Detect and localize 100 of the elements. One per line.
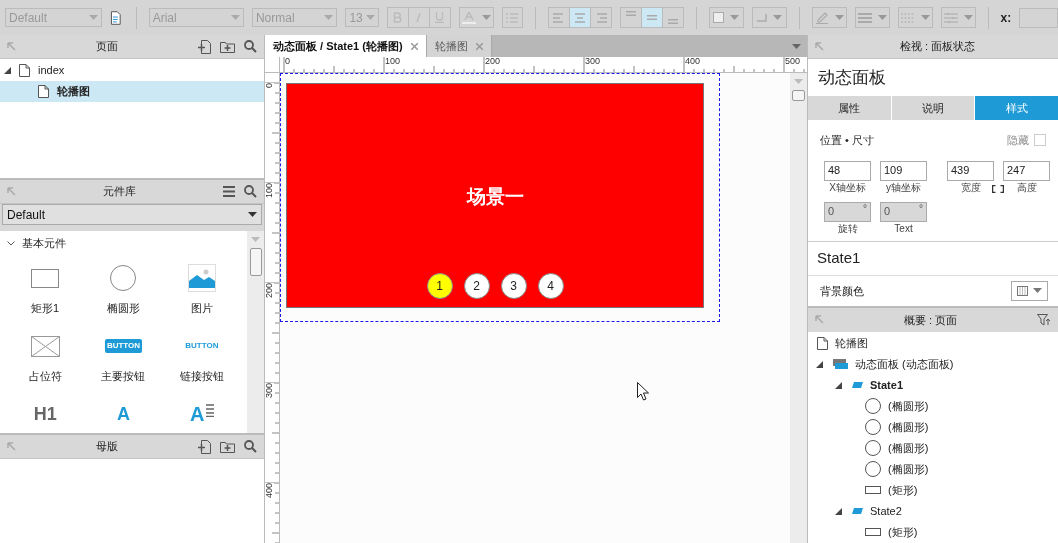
state-name: State1	[816, 247, 862, 268]
panel-title: 页面	[95, 39, 119, 55]
widget-item[interactable]: BUTTON 主要按钮	[84, 331, 163, 383]
hidden-checkbox[interactable]	[1034, 134, 1046, 147]
expand-triangle-icon[interactable]	[835, 508, 842, 515]
align-button[interactable]	[589, 7, 612, 28]
pencil-icon	[814, 11, 829, 24]
text-icon: A	[117, 405, 130, 423]
search-icon[interactable]	[244, 440, 257, 453]
widget-item[interactable]: 图片	[162, 263, 241, 315]
shadow-button[interactable]	[751, 7, 787, 28]
hidden-label: 隐藏	[1007, 133, 1029, 148]
expand-triangle-icon[interactable]	[835, 382, 842, 389]
document-tab[interactable]: 轮播图	[426, 35, 492, 57]
bold-button[interactable]	[386, 7, 409, 28]
panel-title: 检视 : 面板状态	[898, 39, 977, 55]
outline-item[interactable]: State2	[808, 501, 1058, 522]
align-button[interactable]	[661, 7, 684, 28]
outline-item[interactable]: (椭圆形)	[808, 396, 1058, 417]
color-picker-button[interactable]	[1011, 280, 1048, 301]
inspector-tab[interactable]: 说明	[891, 96, 975, 120]
page-tree-item[interactable]: index	[0, 60, 264, 81]
close-icon[interactable]	[410, 42, 418, 50]
panel-title: 概要 : 页面	[902, 312, 959, 328]
search-icon[interactable]	[244, 40, 257, 53]
widget-item[interactable]: 椭圆形	[84, 263, 163, 315]
number-field[interactable]: 247	[1003, 160, 1050, 181]
outline-item[interactable]: (矩形)	[808, 522, 1058, 543]
library-dropdown[interactable]: Default	[2, 204, 262, 225]
italic-button[interactable]	[407, 7, 430, 28]
add-folder-icon[interactable]	[220, 40, 235, 53]
underline-button[interactable]	[428, 7, 451, 28]
add-page-icon[interactable]	[198, 39, 211, 54]
page-tree-item[interactable]: 轮播图	[0, 81, 264, 102]
add-page-icon[interactable]	[198, 439, 211, 454]
placeholder-icon	[30, 335, 60, 357]
expand-triangle-icon[interactable]	[816, 361, 823, 368]
widget-item[interactable]: BUTTON 链接按钮	[162, 331, 241, 383]
expand-triangle-icon[interactable]	[4, 67, 11, 74]
outline-item[interactable]: (椭圆形)	[808, 417, 1058, 438]
number-field[interactable]: 48	[824, 160, 871, 181]
inspector-tab[interactable]: 属性	[808, 96, 891, 120]
add-folder-icon[interactable]	[220, 440, 235, 453]
fill-color-button[interactable]	[708, 7, 744, 28]
caret-icon	[963, 15, 973, 20]
pin-arrow-icon[interactable]	[815, 42, 824, 51]
widget-item[interactable]: 矩形1	[6, 263, 85, 315]
x-label: x:	[1000, 9, 1012, 27]
lock-ratio-icon[interactable]	[992, 184, 1004, 193]
italic-icon	[414, 12, 424, 23]
close-icon[interactable]	[475, 42, 483, 50]
pin-arrow-icon[interactable]	[7, 442, 16, 451]
widget-item[interactable]: H1	[6, 399, 85, 429]
outline-item[interactable]: (矩形)	[808, 480, 1058, 501]
caret-icon	[230, 15, 240, 20]
font-color-button[interactable]	[458, 7, 494, 28]
line-color-button[interactable]	[811, 7, 847, 28]
scrollbar[interactable]	[247, 231, 264, 433]
field-label: 高度	[1016, 181, 1037, 194]
menu-icon[interactable]	[223, 186, 235, 197]
vertical-scrollbar[interactable]	[790, 73, 807, 543]
scrollbar-thumb[interactable]	[249, 248, 262, 276]
scrollbar-thumb[interactable]	[792, 90, 805, 101]
arrow-style-button[interactable]	[940, 7, 976, 28]
section-title: 位置 • 尺寸	[820, 133, 874, 148]
outline-item[interactable]: 动态面板 (动态面板)	[808, 354, 1058, 375]
state-icon	[852, 382, 863, 389]
filter-icon[interactable]	[1037, 314, 1051, 326]
ruler-label: 300	[585, 57, 601, 67]
align-button[interactable]	[547, 7, 570, 28]
align-top-icon	[625, 11, 636, 16]
outline-item[interactable]: (椭圆形)	[808, 438, 1058, 459]
pin-arrow-icon[interactable]	[7, 187, 16, 196]
align-button[interactable]	[619, 7, 642, 28]
widget-group-header[interactable]: 基本元件	[0, 231, 247, 255]
page-icon	[817, 337, 828, 350]
caret-icon	[89, 15, 99, 20]
search-icon[interactable]	[244, 185, 257, 198]
document-tab[interactable]: 动态面板 / State1 (轮播图)	[265, 35, 427, 57]
line-style-button[interactable]	[897, 7, 933, 28]
x-field[interactable]	[1019, 7, 1058, 28]
button-icon: BUTTON	[104, 339, 143, 353]
caret-icon	[365, 15, 375, 20]
line-weight-button[interactable]	[854, 7, 890, 28]
pin-arrow-icon[interactable]	[7, 42, 16, 51]
outline-item[interactable]: 轮播图	[808, 333, 1058, 354]
outline-item[interactable]: (椭圆形)	[808, 459, 1058, 480]
align-button[interactable]	[640, 7, 663, 28]
number-field[interactable]: 109	[880, 160, 927, 181]
bullet-list-button[interactable]	[501, 7, 523, 28]
caret-icon	[730, 15, 740, 20]
caret-icon	[920, 15, 930, 20]
number-field[interactable]: 439	[947, 160, 994, 181]
align-button[interactable]	[568, 7, 591, 28]
pin-arrow-icon[interactable]	[815, 315, 824, 325]
ruler-label: 100	[385, 57, 401, 67]
caret-icon	[792, 43, 801, 49]
outline-item[interactable]: State1	[808, 375, 1058, 396]
page-icon	[19, 64, 30, 77]
widget-item[interactable]: 占位符	[6, 331, 85, 383]
